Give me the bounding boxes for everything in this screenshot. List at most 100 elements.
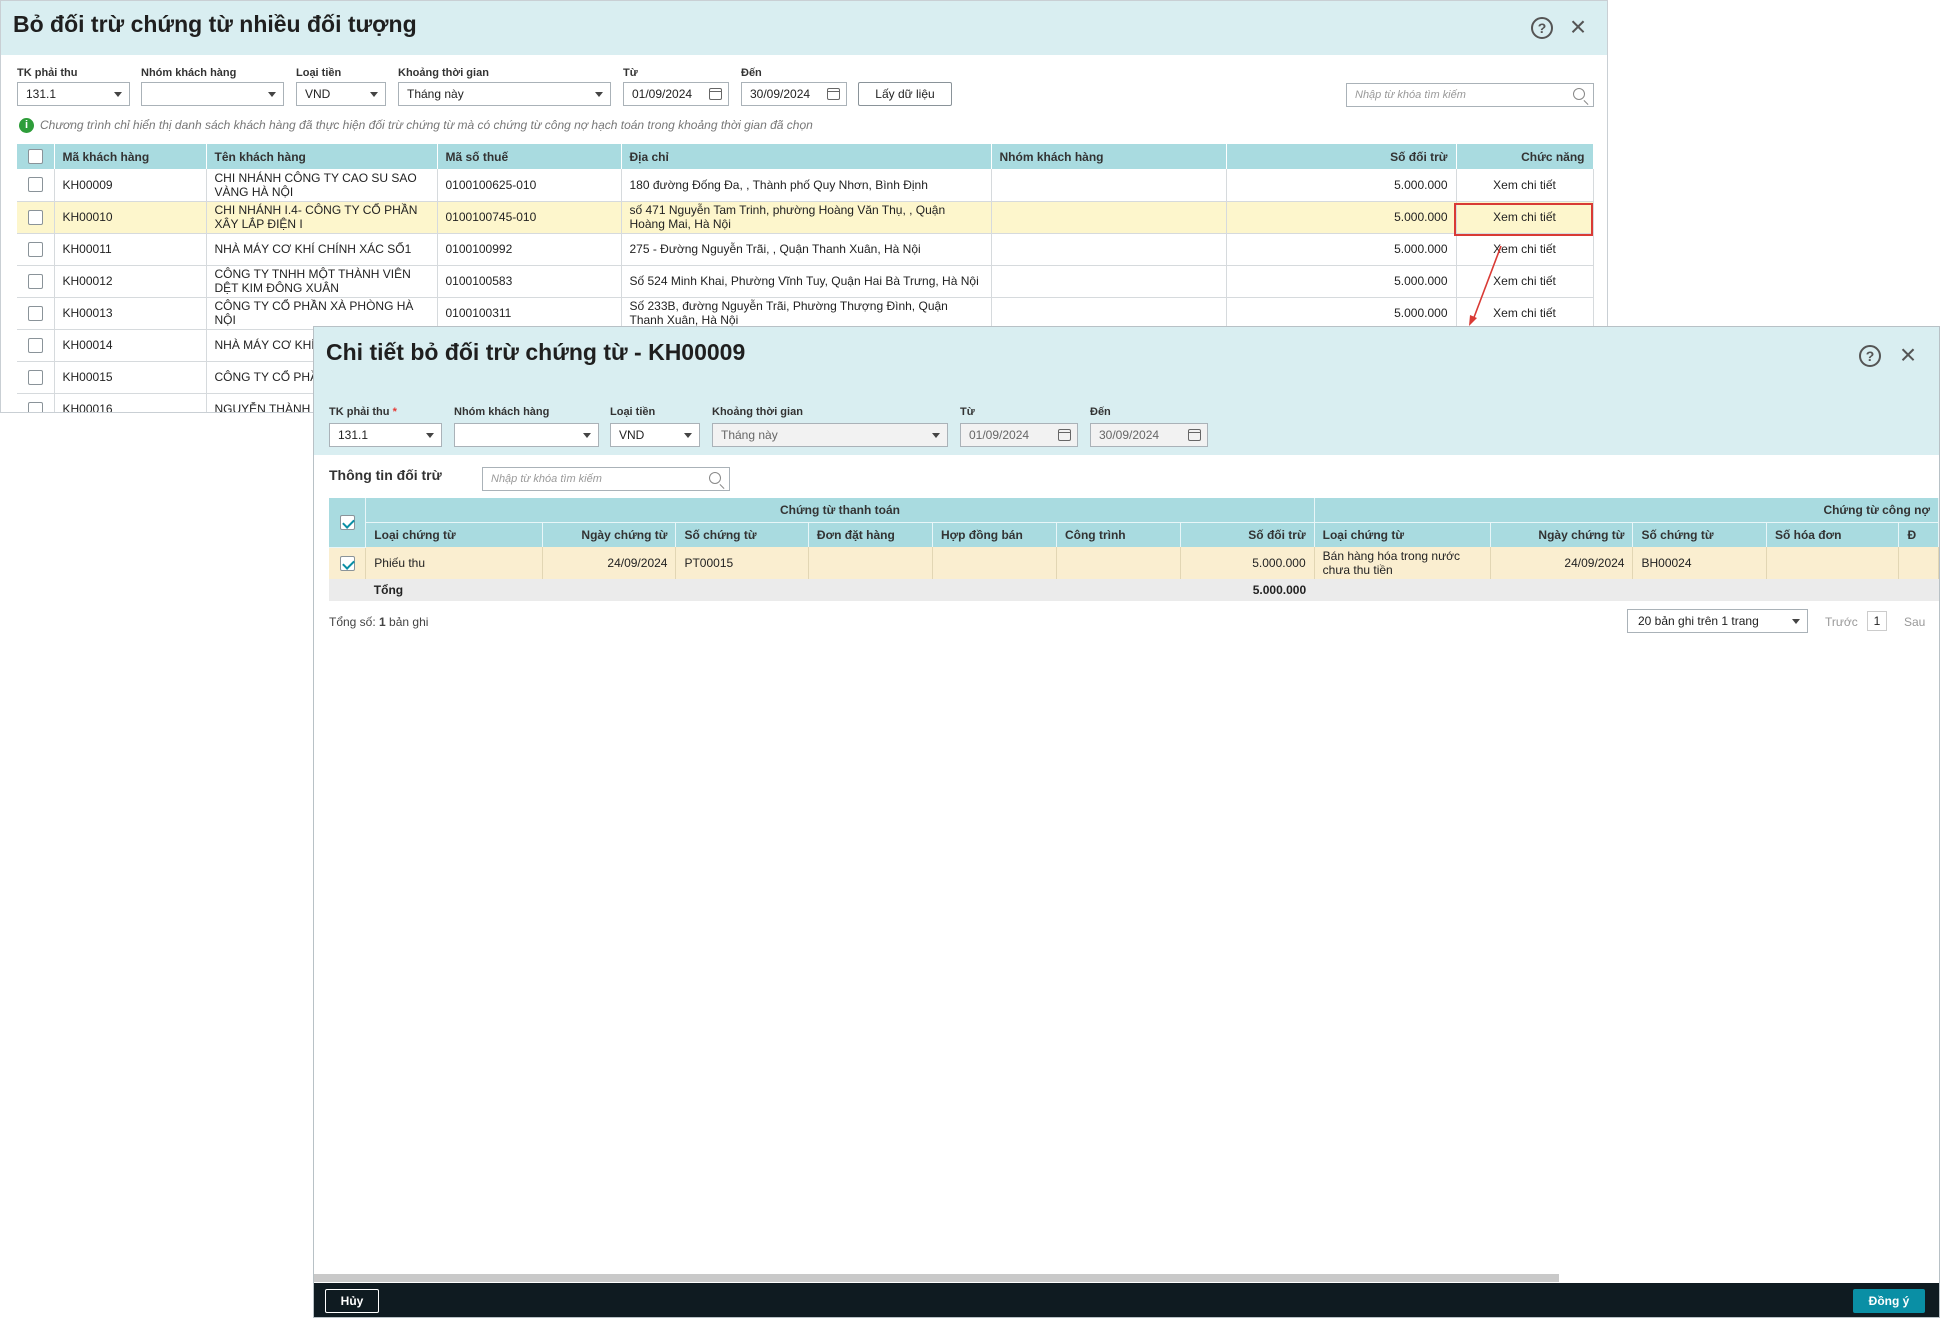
horizontal-scrollbar[interactable] bbox=[314, 1274, 1559, 1282]
page-size-select[interactable]: 20 bản ghi trên 1 trang bbox=[1627, 609, 1808, 633]
from-date-input[interactable]: 01/09/2024 bbox=[960, 423, 1078, 447]
customer-name: CHI NHÁNH CÔNG TY CAO SU SAO VÀNG HÀ NỘI bbox=[206, 169, 438, 202]
record-prefix: Tổng số: bbox=[329, 615, 380, 629]
table-header: Mã khách hàng Tên khách hàng Mã số thuế … bbox=[17, 144, 1594, 169]
help-icon[interactable]: ? bbox=[1859, 345, 1881, 367]
close-icon[interactable]: × bbox=[1897, 341, 1919, 369]
info-icon: i bbox=[19, 118, 34, 134]
address: số 471 Nguyễn Tam Trinh, phường Hoàng Vă… bbox=[621, 201, 992, 234]
customer-name: CÔNG TY TNHH MỘT THÀNH VIÊN DỆT KIM ĐÔNG… bbox=[206, 265, 438, 298]
required-mark: * bbox=[392, 406, 397, 418]
fetch-data-button[interactable]: Lấy dữ liệu bbox=[858, 82, 952, 106]
row-checkbox[interactable] bbox=[27, 273, 43, 289]
col-order[interactable]: Đơn đặt hàng bbox=[808, 522, 933, 547]
account-select[interactable]: 131.1 bbox=[17, 82, 130, 106]
col-amount[interactable]: Số đối trừ bbox=[1180, 522, 1315, 547]
row-checkbox[interactable] bbox=[27, 305, 43, 321]
contract bbox=[932, 547, 1057, 579]
col-name[interactable]: Tên khách hàng bbox=[206, 144, 438, 169]
group-label: Nhóm khách hàng bbox=[454, 406, 550, 418]
row-checkbox[interactable] bbox=[27, 241, 43, 257]
table-row[interactable]: Phiếu thu 24/09/2024 PT00015 5.000.000 B… bbox=[329, 547, 1939, 579]
group-select[interactable] bbox=[141, 82, 284, 106]
info-note: i Chương trình chỉ hiển thị danh sách khá… bbox=[19, 118, 813, 134]
period-label: Khoảng thời gian bbox=[398, 67, 489, 79]
currency-select[interactable]: VND bbox=[296, 82, 386, 106]
row-checkbox[interactable] bbox=[27, 209, 43, 225]
total-spacer bbox=[1314, 579, 1939, 601]
reconcile-amount: 5.000.000 bbox=[1226, 233, 1457, 266]
column-header-row: Loại chứng từ Ngày chứng từ Số chứng từ … bbox=[329, 522, 1939, 547]
address: Số 524 Minh Khai, Phường Vĩnh Tuy, Quận … bbox=[621, 265, 992, 298]
calendar-icon[interactable] bbox=[709, 88, 722, 100]
record-count-value: 1 bbox=[379, 615, 386, 629]
col-tax[interactable]: Mã số thuế bbox=[437, 144, 622, 169]
currency-select[interactable]: VND bbox=[610, 423, 700, 447]
select-all-checkbox[interactable] bbox=[27, 149, 43, 165]
current-page[interactable]: 1 bbox=[1867, 611, 1887, 631]
row-checkbox[interactable] bbox=[27, 337, 43, 353]
col-debt-type[interactable]: Loại chứng từ bbox=[1314, 522, 1491, 547]
from-date-value: 01/09/2024 bbox=[632, 87, 693, 101]
ok-button[interactable]: Đồng ý bbox=[1853, 1289, 1925, 1313]
chevron-down-icon bbox=[1792, 619, 1800, 624]
cancel-button[interactable]: Hủy bbox=[325, 1289, 379, 1313]
row-checkbox[interactable] bbox=[339, 555, 355, 571]
period-label: Khoảng thời gian bbox=[712, 406, 803, 418]
row-checkbox-cell bbox=[17, 201, 55, 234]
next-page-button[interactable]: Sau bbox=[1904, 615, 1925, 629]
search-input[interactable]: Nhập từ khóa tìm kiếm bbox=[1346, 83, 1594, 107]
from-date-input[interactable]: 01/09/2024 bbox=[623, 82, 729, 106]
search-icon[interactable] bbox=[1573, 88, 1585, 100]
account-label-text: TK phải thu bbox=[329, 406, 390, 418]
period-select[interactable]: Tháng này bbox=[712, 423, 948, 447]
debt-no-link[interactable]: BH00024 bbox=[1632, 547, 1767, 579]
view-detail-link[interactable]: Xem chi tiết bbox=[1456, 169, 1594, 202]
prev-page-button[interactable]: Trước bbox=[1825, 615, 1858, 629]
to-date-input[interactable]: 30/09/2024 bbox=[1090, 423, 1208, 447]
col-pay-no[interactable]: Số chứng từ bbox=[675, 522, 809, 547]
calendar-icon[interactable] bbox=[1058, 429, 1071, 441]
col-debt-no[interactable]: Số chứng từ bbox=[1632, 522, 1767, 547]
table-row[interactable]: KH00010 CHI NHÁNH I.4- CÔNG TY CỔ PHẦN X… bbox=[17, 201, 1594, 234]
customer-name: CHI NHÁNH I.4- CÔNG TY CỔ PHẦN XÂY LẮP Đ… bbox=[206, 201, 438, 234]
col-debt-date[interactable]: Ngày chứng từ bbox=[1490, 522, 1634, 547]
currency-label: Loại tiền bbox=[610, 406, 656, 418]
col-pay-type[interactable]: Loại chứng từ bbox=[365, 522, 543, 547]
row-checkbox-cell bbox=[17, 297, 55, 330]
select-all-checkbox[interactable] bbox=[339, 514, 355, 530]
col-code[interactable]: Mã khách hàng bbox=[54, 144, 207, 169]
col-amount[interactable]: Số đối trừ bbox=[1226, 144, 1457, 169]
col-contract[interactable]: Hợp đồng bán bbox=[932, 522, 1057, 547]
row-checkbox[interactable] bbox=[27, 369, 43, 385]
col-debt-extra[interactable]: Đ bbox=[1898, 522, 1939, 547]
pay-no-link[interactable]: PT00015 bbox=[675, 547, 809, 579]
table-row[interactable]: KH00011 NHÀ MÁY CƠ KHÍ CHÍNH XÁC SỐ1 010… bbox=[17, 233, 1594, 266]
total-spacer bbox=[675, 579, 809, 601]
debt-extra bbox=[1898, 547, 1939, 579]
detail-search-input[interactable]: Nhập từ khóa tìm kiếm bbox=[482, 467, 730, 491]
total-spacer bbox=[329, 579, 366, 601]
group-select[interactable] bbox=[454, 423, 599, 447]
period-select[interactable]: Tháng này bbox=[398, 82, 611, 106]
calendar-icon[interactable] bbox=[827, 88, 840, 100]
to-date-input[interactable]: 30/09/2024 bbox=[741, 82, 847, 106]
row-checkbox-cell bbox=[17, 265, 55, 298]
col-address[interactable]: Địa chỉ bbox=[621, 144, 992, 169]
total-spacer bbox=[542, 579, 676, 601]
col-project[interactable]: Công trình bbox=[1056, 522, 1182, 547]
table-row[interactable]: KH00012 CÔNG TY TNHH MỘT THÀNH VIÊN DỆT … bbox=[17, 265, 1594, 298]
col-invoice-no[interactable]: Số hóa đơn bbox=[1766, 522, 1900, 547]
search-icon[interactable] bbox=[709, 472, 721, 484]
table-row[interactable]: KH00009 CHI NHÁNH CÔNG TY CAO SU SAO VÀN… bbox=[17, 169, 1594, 202]
close-icon[interactable]: × bbox=[1567, 13, 1589, 41]
col-group[interactable]: Nhóm khách hàng bbox=[991, 144, 1227, 169]
row-checkbox[interactable] bbox=[27, 401, 43, 412]
help-icon[interactable]: ? bbox=[1531, 17, 1553, 39]
total-spacer bbox=[1056, 579, 1181, 601]
calendar-icon[interactable] bbox=[1188, 429, 1201, 441]
row-checkbox[interactable] bbox=[27, 177, 43, 193]
col-pay-date[interactable]: Ngày chứng từ bbox=[542, 522, 677, 547]
account-select[interactable]: 131.1 bbox=[329, 423, 442, 447]
table-row[interactable]: KH00013 CÔNG TY CỔ PHẦN XÀ PHÒNG HÀ NỘI … bbox=[17, 297, 1594, 330]
